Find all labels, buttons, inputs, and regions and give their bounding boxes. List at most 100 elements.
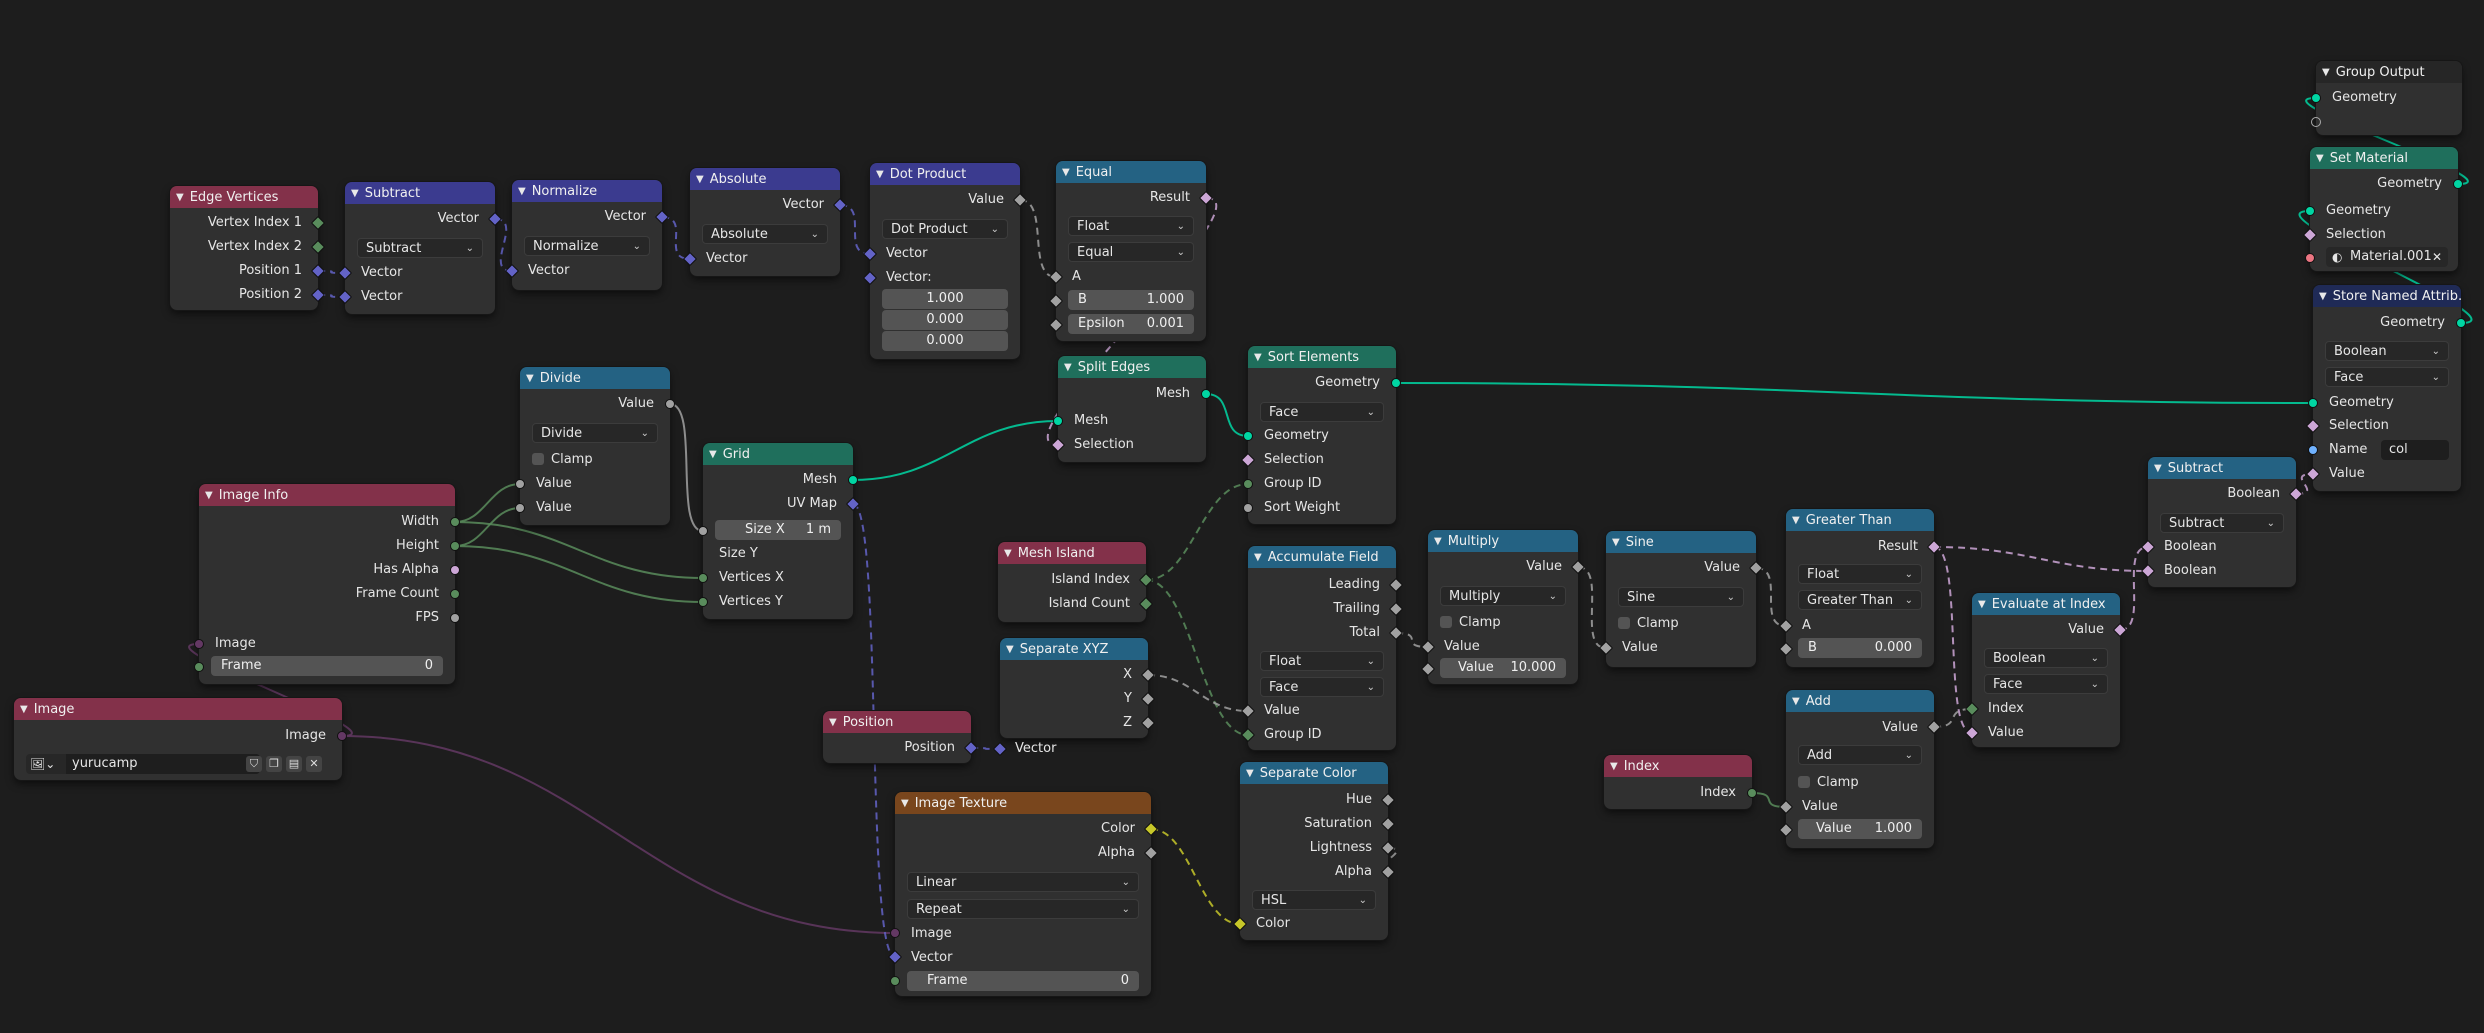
duplicate-icon[interactable]: ❐ [266,756,282,772]
node-socket[interactable] [890,928,900,938]
node-link[interactable] [454,521,704,579]
node-socket[interactable] [848,475,858,485]
node-link[interactable] [341,735,896,934]
node-header[interactable]: ▼ Store Named Attrib... [2313,285,2461,307]
collapse-chevron-icon[interactable]: ▼ [1612,537,1620,548]
value-field[interactable]: Value 10.000 [1440,658,1566,678]
node-split-edges[interactable]: ▼ Split Edges Mesh Mesh Selection [1058,356,1206,462]
image-browse-icon[interactable]: 🖼⌄ [30,754,55,774]
node-socket[interactable] [698,526,708,536]
extension-dropdown[interactable]: Repeat ⌄ [907,899,1139,919]
checkbox-box[interactable] [1440,616,1452,628]
vector-y-field[interactable]: 0.000 [882,310,1008,330]
collapse-chevron-icon[interactable]: ▼ [2319,291,2327,302]
collapse-chevron-icon[interactable]: ▼ [2154,463,2162,474]
node-set-material[interactable]: ▼ Set Material Geometry Geometry Selectio… [2310,147,2458,271]
node-socket[interactable] [2308,398,2318,408]
node-socket[interactable] [1747,788,1757,798]
checkbox-box[interactable] [1618,617,1630,629]
node-index[interactable]: ▼ Index Index [1604,755,1752,809]
operation-dropdown[interactable]: Sine ⌄ [1618,587,1744,607]
frame-field[interactable]: Frame 0 [211,656,443,676]
domain-dropdown[interactable]: Face ⌄ [1260,402,1384,422]
node-link[interactable] [1145,483,1249,581]
node-header[interactable]: ▼ Normalize [512,180,662,202]
operation-dropdown[interactable]: Equal ⌄ [1068,242,1194,262]
node-link[interactable] [1145,579,1249,736]
collapse-chevron-icon[interactable]: ▼ [2316,153,2324,164]
node-header[interactable]: ▼ Greater Than [1786,509,1934,531]
operation-dropdown[interactable]: Absolute ⌄ [702,224,828,244]
operation-dropdown[interactable]: Multiply ⌄ [1440,586,1566,606]
attribute-name-field[interactable]: col [2381,440,2449,460]
node-header[interactable]: ▼ Mesh Island [998,542,1146,564]
node-header[interactable]: ▼ Image [14,698,342,720]
checkbox-box[interactable] [1798,776,1810,788]
node-header[interactable]: ▼ Separate XYZ [1000,638,1148,660]
interpolation-dropdown[interactable]: Linear ⌄ [907,872,1139,892]
domain-dropdown[interactable]: Face ⌄ [1260,677,1384,697]
node-header[interactable]: ▼ Image Info [199,484,455,506]
node-store-named-attribute[interactable]: ▼ Store Named Attrib... Geometry Boolean ⌄… [2313,285,2461,491]
node-link[interactable] [454,545,704,603]
node-socket[interactable] [890,976,900,986]
collapse-chevron-icon[interactable]: ▼ [205,490,213,501]
open-folder-icon[interactable]: ▤ [286,756,302,772]
node-group-output[interactable]: ▼ Group Output Geometry [2316,61,2462,135]
node-multiply[interactable]: ▼ Multiply Value Multiply ⌄ Clamp Value Va… [1428,530,1578,684]
collapse-chevron-icon[interactable]: ▼ [2322,67,2330,78]
node-sine[interactable]: ▼ Sine Value Sine ⌄ Clamp Value [1606,531,1756,667]
node-socket[interactable] [2308,445,2318,455]
collapse-chevron-icon[interactable]: ▼ [1610,761,1618,772]
collapse-chevron-icon[interactable]: ▼ [1246,768,1254,779]
node-link[interactable] [1577,566,1607,649]
node-header[interactable]: ▼ Sort Elements [1248,346,1396,368]
size-x-field[interactable]: Size X 1 m [715,520,841,540]
frame-field[interactable]: Frame 0 [907,971,1139,991]
collapse-chevron-icon[interactable]: ▼ [709,449,717,460]
operation-dropdown[interactable]: Subtract ⌄ [357,238,483,258]
operation-dropdown[interactable]: Subtract ⌄ [2160,513,2284,533]
node-absolute[interactable]: ▼ Absolute Vector Absolute ⌄ Vector [690,168,840,276]
node-math-subtract[interactable]: ▼ Subtract Boolean Subtract ⌄ Boolean Bool… [2148,457,2296,587]
node-add[interactable]: ▼ Add Value Add ⌄ Clamp Value Value 1.000 [1786,690,1934,848]
collapse-chevron-icon[interactable]: ▼ [1062,167,1070,178]
node-mesh-island[interactable]: ▼ Mesh Island Island Index Island Count [998,542,1146,622]
node-socket[interactable] [1243,431,1253,441]
node-socket[interactable] [2311,93,2321,103]
collapse-chevron-icon[interactable]: ▼ [1064,362,1072,373]
node-socket[interactable] [450,613,460,623]
node-link[interactable] [839,204,871,255]
b-value-field[interactable]: B 1.000 [1068,290,1194,310]
domain-dropdown[interactable]: Face ⌄ [1984,674,2108,694]
node-header[interactable]: ▼ Multiply [1428,530,1578,552]
type-dropdown[interactable]: Float ⌄ [1260,651,1384,671]
node-link[interactable] [661,216,691,260]
node-socket[interactable] [1053,416,1063,426]
operation-dropdown[interactable]: Divide ⌄ [532,423,658,443]
node-header[interactable]: ▼ Group Output [2316,61,2462,83]
node-separate-xyz[interactable]: ▼ Separate XYZ X Y Z [1000,638,1148,738]
node-header[interactable]: ▼ Divide [520,367,670,389]
clamp-checkbox[interactable]: Clamp [1798,775,1859,791]
node-header[interactable]: ▼ Accumulate Field [1248,546,1396,568]
node-greater-than[interactable]: ▼ Greater Than Result Float ⌄ Greater Than… [1786,509,1934,667]
clamp-checkbox[interactable]: Clamp [532,452,593,468]
node-socket[interactable] [2305,253,2315,263]
node-link[interactable] [1205,393,1249,437]
node-socket[interactable] [2453,179,2463,189]
operation-dropdown[interactable]: Add ⌄ [1798,745,1922,765]
empty-socket[interactable] [2311,117,2321,127]
node-link[interactable] [454,483,521,523]
unlink-close-icon[interactable]: ✕ [306,756,322,772]
node-header[interactable]: ▼ Split Edges [1058,356,1206,378]
node-socket[interactable] [450,565,460,575]
collapse-chevron-icon[interactable]: ▼ [1434,536,1442,547]
collapse-chevron-icon[interactable]: ▼ [901,798,909,809]
clamp-checkbox[interactable]: Clamp [1618,616,1679,632]
node-link[interactable] [1933,708,1973,728]
node-header[interactable]: ▼ Image Texture [895,792,1151,814]
node-separate-color[interactable]: ▼ Separate Color Hue Saturation Lightness… [1240,762,1388,940]
node-socket[interactable] [1243,503,1253,513]
node-link[interactable] [852,420,1059,481]
